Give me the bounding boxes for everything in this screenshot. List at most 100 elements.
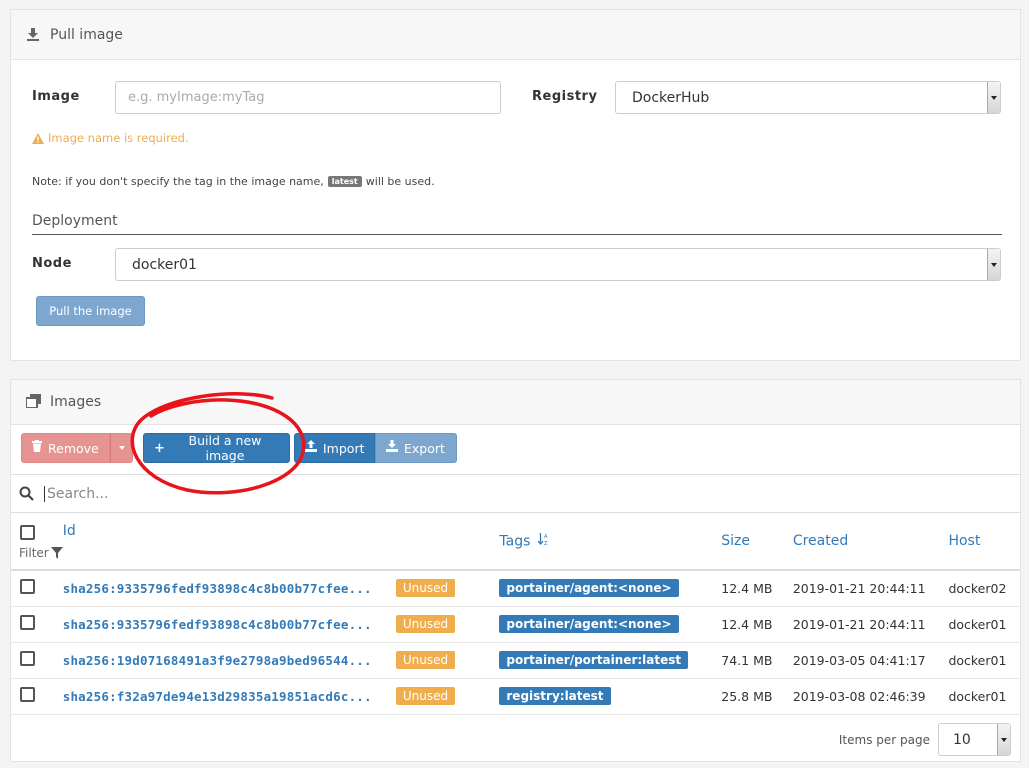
search-icon bbox=[19, 486, 34, 501]
node-select[interactable]: docker01 bbox=[115, 248, 1001, 281]
export-label: Export bbox=[404, 440, 445, 456]
images-toolbar: Remove + Build a new image Import Export bbox=[21, 433, 457, 463]
host-header-label: Host bbox=[948, 533, 981, 549]
chevron-down-icon bbox=[997, 724, 1010, 755]
filter-label: Filter bbox=[19, 545, 49, 560]
select-all-checkbox[interactable] bbox=[20, 524, 35, 540]
status-badge: Unused bbox=[395, 687, 456, 705]
image-id-link[interactable]: sha256:f32a97de94e13d29835a19851acd6c... bbox=[63, 689, 372, 704]
search-bar bbox=[11, 474, 1020, 513]
size-header-label: Size bbox=[721, 533, 751, 549]
download-icon bbox=[26, 27, 42, 43]
image-created: 2019-01-21 20:44:11 bbox=[792, 606, 949, 643]
svg-text:A: A bbox=[544, 534, 548, 540]
image-id-link[interactable]: sha256:9335796fedf93898c4c8b00b77cfee... bbox=[63, 581, 372, 596]
table-row: sha256:9335796fedf93898c4c8b00b77cfee...… bbox=[11, 570, 1020, 607]
images-table: Filter Id Tags AZ Size Created Host sha2… bbox=[11, 513, 1020, 715]
image-size: 12.4 MB bbox=[721, 570, 793, 607]
created-header-label: Created bbox=[792, 533, 849, 549]
search-input[interactable] bbox=[44, 485, 944, 502]
import-label: Import bbox=[323, 440, 365, 456]
row-checkbox[interactable] bbox=[20, 615, 35, 630]
pull-image-title: Pull image bbox=[50, 26, 123, 43]
images-title: Images bbox=[50, 394, 102, 410]
note-text-before: Note: if you don't specify the tag in th… bbox=[32, 175, 324, 188]
tag-badge: portainer/portainer:latest bbox=[499, 651, 689, 669]
upload-icon bbox=[305, 440, 317, 456]
sort-alpha-icon: AZ bbox=[537, 532, 550, 550]
warning-text: Image name is required. bbox=[48, 131, 189, 145]
image-label: Image bbox=[32, 89, 80, 104]
build-label: Build a new image bbox=[188, 433, 262, 463]
images-heading: Images bbox=[11, 380, 1020, 425]
header-select-cell: Filter bbox=[11, 513, 63, 571]
tag-badge: portainer/agent:<none> bbox=[499, 579, 679, 598]
column-header-host[interactable]: Host bbox=[948, 513, 1020, 571]
tag-badge: registry:latest bbox=[499, 687, 611, 705]
tags-header-label: Tags bbox=[499, 533, 531, 549]
image-created: 2019-01-21 20:44:11 bbox=[792, 570, 949, 607]
tag-note: Note: if you don't specify the tag in th… bbox=[32, 175, 435, 188]
image-size: 12.4 MB bbox=[721, 606, 793, 643]
pagination-controls: Items per page 10 bbox=[839, 723, 1011, 756]
table-header-row: Filter Id Tags AZ Size Created Host bbox=[11, 513, 1020, 571]
filter-toggle[interactable]: Filter bbox=[19, 546, 63, 560]
table-row: sha256:19d07168491a3f9e2798a9bed96544...… bbox=[11, 642, 1020, 679]
note-text-after: will be used. bbox=[365, 175, 435, 188]
image-id-link[interactable]: sha256:19d07168491a3f9e2798a9bed96544... bbox=[63, 653, 372, 668]
export-button[interactable]: Export bbox=[375, 433, 457, 463]
svg-text:Z: Z bbox=[544, 541, 548, 546]
image-host: docker01 bbox=[948, 606, 1020, 643]
plus-icon: + bbox=[154, 440, 165, 456]
status-badge: Unused bbox=[395, 651, 456, 669]
image-created: 2019-03-05 04:41:17 bbox=[792, 642, 949, 679]
images-panel: Images Remove + Build a new image Import… bbox=[10, 379, 1021, 762]
image-created: 2019-03-08 02:46:39 bbox=[792, 678, 949, 715]
remove-dropdown-toggle[interactable] bbox=[110, 433, 133, 463]
latest-tag-badge: latest bbox=[327, 176, 362, 187]
image-size: 25.8 MB bbox=[721, 678, 793, 715]
pull-image-button[interactable]: Pull the image bbox=[36, 296, 145, 326]
column-header-size[interactable]: Size bbox=[721, 513, 793, 571]
table-row: sha256:9335796fedf93898c4c8b00b77cfee...… bbox=[11, 606, 1020, 643]
trash-icon bbox=[32, 440, 42, 456]
registry-label: Registry bbox=[532, 89, 598, 104]
pull-image-heading: Pull image bbox=[11, 10, 1020, 60]
image-host: docker02 bbox=[948, 570, 1020, 607]
row-checkbox[interactable] bbox=[20, 687, 35, 702]
registry-select-value: DockerHub bbox=[632, 89, 710, 106]
caret-down-icon bbox=[118, 446, 125, 450]
registry-select[interactable]: DockerHub bbox=[615, 81, 1001, 114]
clone-icon bbox=[25, 394, 42, 410]
image-size: 74.1 MB bbox=[721, 642, 793, 679]
image-input[interactable] bbox=[115, 81, 501, 114]
node-select-value: docker01 bbox=[132, 256, 197, 273]
image-required-warning: Image name is required. bbox=[32, 131, 189, 145]
row-checkbox[interactable] bbox=[20, 651, 35, 666]
tag-badge: portainer/agent:<none> bbox=[499, 615, 679, 633]
warning-icon bbox=[32, 132, 44, 144]
column-header-status bbox=[395, 513, 500, 571]
deployment-section-title: Deployment bbox=[32, 213, 1002, 235]
node-label: Node bbox=[32, 256, 72, 271]
table-row: sha256:f32a97de94e13d29835a19851acd6c...… bbox=[11, 678, 1020, 715]
column-header-id[interactable]: Id bbox=[62, 513, 396, 571]
image-host: docker01 bbox=[948, 642, 1020, 679]
id-header-label: Id bbox=[62, 523, 76, 539]
items-per-page-value: 10 bbox=[953, 731, 971, 748]
items-per-page-select[interactable]: 10 bbox=[938, 723, 1011, 756]
download-icon bbox=[386, 440, 398, 456]
row-checkbox[interactable] bbox=[20, 579, 35, 595]
items-per-page-label: Items per page bbox=[838, 732, 930, 747]
image-id-link[interactable]: sha256:9335796fedf93898c4c8b00b77cfee... bbox=[63, 617, 372, 632]
filter-icon bbox=[50, 546, 63, 559]
remove-button[interactable]: Remove bbox=[21, 433, 110, 463]
column-header-created[interactable]: Created bbox=[792, 513, 949, 571]
image-host: docker01 bbox=[948, 678, 1020, 715]
status-badge: Unused bbox=[395, 615, 456, 633]
status-badge: Unused bbox=[395, 579, 456, 598]
remove-label: Remove bbox=[48, 440, 99, 456]
import-button[interactable]: Import bbox=[294, 433, 375, 463]
column-header-tags[interactable]: Tags AZ bbox=[499, 513, 722, 571]
build-image-button[interactable]: + Build a new image bbox=[143, 433, 290, 463]
